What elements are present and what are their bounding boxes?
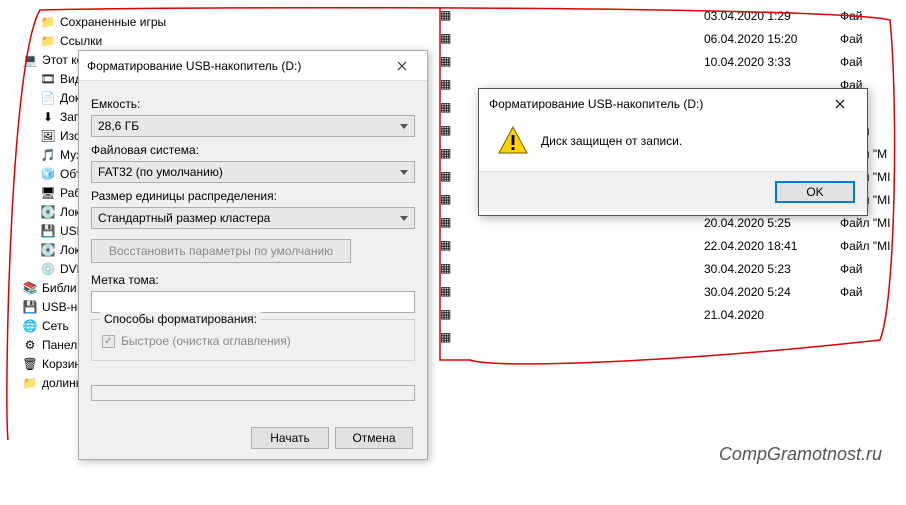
cancel-button[interactable]: Отмена: [335, 427, 413, 449]
usb-icon: 💾: [22, 299, 38, 315]
nav-item[interactable]: 📁 Сохраненные игры: [20, 12, 180, 31]
file-icon: ▦: [440, 123, 456, 139]
file-row[interactable]: ▦: [440, 326, 900, 349]
file-row[interactable]: ▦ 30.04.2020 5:23Фай: [440, 257, 900, 280]
restore-defaults-button[interactable]: Восстановить параметры по умолчанию: [91, 239, 351, 263]
file-icon: ▦: [440, 146, 456, 162]
file-icon: ▦: [440, 192, 456, 208]
file-icon: ▦: [440, 77, 456, 93]
file-icon: ▦: [440, 284, 456, 300]
message-box: Форматирование USB-накопитель (D:) Диск …: [478, 88, 868, 216]
dvd-icon: 💿: [40, 261, 56, 277]
file-date: 03.04.2020 1:29: [704, 9, 840, 23]
volume-input[interactable]: [91, 291, 415, 313]
start-button[interactable]: Начать: [251, 427, 329, 449]
nav-label: Библи: [42, 281, 77, 295]
folder-icon: 📁: [40, 14, 56, 30]
filesystem-dropdown[interactable]: FAT32 (по умолчанию): [91, 161, 415, 183]
file-icon: ▦: [440, 169, 456, 185]
close-icon[interactable]: [823, 92, 857, 116]
allocation-dropdown[interactable]: Стандартный размер кластера: [91, 207, 415, 229]
file-date: 22.04.2020 18:41: [704, 239, 840, 253]
desktop-icon: 🖥: [40, 185, 56, 201]
net-icon: 🌐: [22, 318, 38, 334]
file-icon: ▦: [440, 54, 456, 70]
allocation-label: Размер единицы распределения:: [91, 189, 415, 203]
folder-icon: 📁: [40, 33, 56, 49]
file-type: Фай: [840, 9, 900, 23]
file-row[interactable]: ▦ 06.04.2020 15:20Фай: [440, 27, 900, 50]
file-icon: ▦: [440, 31, 456, 47]
usb-icon: 💾: [40, 223, 56, 239]
progress-bar: [91, 385, 415, 401]
file-date: 30.04.2020 5:24: [704, 285, 840, 299]
file-type: Фай: [840, 262, 900, 276]
file-type: Фай: [840, 55, 900, 69]
capacity-dropdown[interactable]: 28,6 ГБ: [91, 115, 415, 137]
close-icon[interactable]: [385, 54, 419, 78]
disk-icon: 💽: [40, 204, 56, 220]
quick-format-label: Быстрое (очистка оглавления): [121, 334, 291, 348]
file-date: 06.04.2020 15:20: [704, 32, 840, 46]
file-type: Фай: [840, 32, 900, 46]
panel-icon: ⚙: [22, 337, 38, 353]
dialog-title: Форматирование USB-накопитель (D:): [87, 59, 385, 73]
allocation-value: Стандартный размер кластера: [98, 211, 270, 225]
file-icon: ▦: [440, 215, 456, 231]
nav-label: Сеть: [42, 319, 69, 333]
nav-label: Ссылки: [60, 34, 102, 48]
file-type: Файл "MI: [840, 216, 900, 230]
format-methods-group: Способы форматирования: ✓ Быстрое (очист…: [91, 319, 415, 361]
bin-icon: 🗑: [22, 356, 38, 372]
file-icon: ▦: [440, 100, 456, 116]
file-date: 30.04.2020 5:23: [704, 262, 840, 276]
file-date: 21.04.2020: [704, 308, 840, 322]
lib-icon: 📚: [22, 280, 38, 296]
file-type: Фай: [840, 285, 900, 299]
file-date: 10.04.2020 3:33: [704, 55, 840, 69]
folder-icon: 📁: [22, 375, 38, 391]
warning-icon: [497, 125, 529, 157]
nav-label: Корзин: [42, 357, 81, 371]
format-dialog: Форматирование USB-накопитель (D:) Емкос…: [78, 50, 428, 460]
download-icon: ⬇: [40, 109, 56, 125]
filesystem-label: Файловая система:: [91, 143, 415, 157]
music-icon: 🎵: [40, 147, 56, 163]
pc-icon: 💻: [22, 52, 38, 68]
nav-label: Сохраненные игры: [60, 15, 166, 29]
capacity-value: 28,6 ГБ: [98, 119, 139, 133]
file-row[interactable]: ▦ 22.04.2020 18:41Файл "MI: [440, 234, 900, 257]
capacity-label: Емкость:: [91, 97, 415, 111]
watermark: CompGramotnost.ru: [719, 444, 882, 465]
file-type: Файл "MI: [840, 239, 900, 253]
quick-format-checkbox[interactable]: ✓: [102, 335, 115, 348]
object-icon: 🧊: [40, 166, 56, 182]
titlebar[interactable]: Форматирование USB-накопитель (D:): [79, 51, 427, 81]
msgbox-title: Форматирование USB-накопитель (D:): [489, 97, 823, 111]
file-row[interactable]: ▦ 21.04.2020: [440, 303, 900, 326]
video-icon: 🎞: [40, 71, 56, 87]
file-icon: ▦: [440, 261, 456, 277]
msgbox-titlebar[interactable]: Форматирование USB-накопитель (D:): [479, 89, 867, 119]
file-row[interactable]: ▦ 10.04.2020 3:33Фай: [440, 50, 900, 73]
file-date: 20.04.2020 5:25: [704, 216, 840, 230]
image-icon: 🖼: [40, 128, 56, 144]
nav-item[interactable]: 📁 Ссылки: [20, 31, 180, 50]
file-row[interactable]: ▦ 30.04.2020 5:24Фай: [440, 280, 900, 303]
file-row[interactable]: ▦ 03.04.2020 1:29Фай: [440, 4, 900, 27]
file-icon: ▦: [440, 307, 456, 323]
file-icon: ▦: [440, 330, 456, 346]
file-icon: ▦: [440, 8, 456, 24]
ok-button[interactable]: OK: [775, 181, 855, 203]
doc-icon: 📄: [40, 90, 56, 106]
filesystem-value: FAT32 (по умолчанию): [98, 165, 223, 179]
disk-icon: 💽: [40, 242, 56, 258]
msgbox-text: Диск защищен от записи.: [541, 134, 682, 148]
methods-label: Способы форматирования:: [100, 312, 261, 326]
file-icon: ▦: [440, 238, 456, 254]
volume-label: Метка тома:: [91, 273, 415, 287]
